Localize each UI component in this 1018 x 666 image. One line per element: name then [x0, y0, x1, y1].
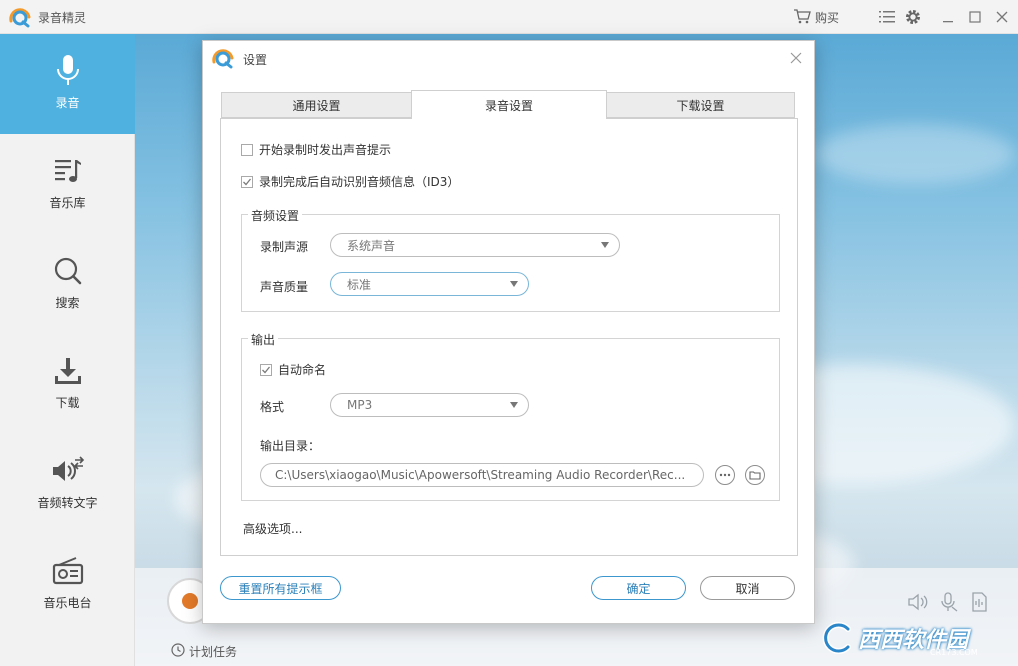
beep-on-start-label: 开始录制时发出声音提示 [259, 143, 392, 157]
source-label: 录制声源 [260, 240, 309, 254]
menu-icon[interactable] [878, 8, 896, 26]
sidebar-item-label: 音乐电台 [43, 596, 92, 610]
watermark-logo: 西西软件园 CR173.COM [820, 618, 1012, 658]
search-icon [51, 254, 85, 288]
auto-id3-option: 录制完成后自动识别音频信息（ID3） [241, 173, 459, 190]
sidebar-item-search[interactable]: 搜索 [0, 234, 135, 334]
advanced-options-link[interactable]: 高级选项... [243, 520, 302, 537]
auto-name-option: 自动命名 [260, 361, 326, 378]
speech-to-text-icon [51, 454, 85, 488]
quality-select[interactable]: 标准 [330, 272, 529, 296]
output-dir-label: 输出目录： [260, 439, 321, 453]
auto-id3-label: 录制完成后自动识别音频信息（ID3） [259, 175, 460, 189]
watermark-c-icon [822, 622, 851, 654]
open-folder-button[interactable] [745, 465, 765, 485]
beep-on-start-checkbox[interactable] [241, 143, 253, 156]
audio-settings-title: 音频设置 [248, 207, 303, 224]
app-title: 录音精灵 [38, 11, 87, 25]
sidebar-item-download[interactable]: 下载 [0, 334, 135, 434]
chevron-down-icon [510, 281, 518, 287]
chevron-down-icon [601, 242, 609, 248]
audio-settings-group: 音频设置 录制声源 系统声音 声音质量 标准 [241, 207, 780, 312]
format-select[interactable]: MP3 [330, 393, 529, 417]
source-value: 系统声音 [347, 238, 396, 253]
output-group: 输出 自动命名 格式 MP3 输出目录： C:\Users\xiaogao\Mu… [241, 331, 780, 501]
dialog-close-button[interactable] [787, 49, 805, 67]
volume-icon[interactable] [907, 591, 929, 613]
quality-label: 声音质量 [260, 280, 309, 294]
source-select[interactable]: 系统声音 [330, 233, 620, 257]
close-icon [790, 52, 802, 64]
sidebar-item-label: 音频转文字 [37, 496, 98, 510]
app-logo-icon [8, 6, 32, 28]
microphone-settings-icon[interactable] [938, 591, 960, 613]
sidebar-item-music-library[interactable]: 音乐库 [0, 134, 135, 234]
dialog-title: 设置 [243, 53, 268, 67]
close-icon[interactable] [993, 8, 1011, 26]
schedule-label: 计划任务 [189, 645, 238, 659]
sidebar-item-label: 录音 [55, 96, 80, 110]
tab-general[interactable]: 通用设置 [221, 92, 412, 118]
tab-download[interactable]: 下载设置 [606, 92, 795, 118]
schedule-task-button[interactable]: 计划任务 [171, 643, 237, 660]
buy-button[interactable]: 购买 [793, 7, 853, 27]
title-bar: 录音精灵 购买 [0, 0, 1018, 34]
output-title: 输出 [248, 331, 279, 348]
sidebar-item-label: 音乐库 [49, 196, 86, 210]
reset-prompts-button[interactable]: 重置所有提示框 [220, 576, 341, 600]
format-label: 格式 [260, 400, 285, 414]
chevron-down-icon [510, 402, 518, 408]
more-dots-icon [719, 473, 731, 477]
maximize-icon[interactable] [966, 8, 984, 26]
format-value: MP3 [347, 398, 373, 412]
folder-icon [749, 471, 761, 480]
music-list-icon [51, 154, 85, 188]
microphone-icon [51, 54, 85, 88]
dialog-logo-icon [211, 47, 235, 69]
ok-button[interactable]: 确定 [591, 576, 686, 600]
cancel-button[interactable]: 取消 [700, 576, 795, 600]
auto-name-checkbox[interactable] [260, 363, 272, 376]
browse-more-button[interactable] [715, 465, 735, 485]
minimize-icon[interactable] [939, 8, 957, 26]
settings-tabs: 通用设置 录音设置 下载设置 [221, 90, 797, 119]
auto-id3-checkbox[interactable] [241, 175, 253, 188]
checkmark-icon [262, 366, 271, 373]
recording-settings-panel: 开始录制时发出声音提示 录制完成后自动识别音频信息（ID3） 音频设置 录制声源… [220, 118, 798, 556]
sidebar-item-speech-to-text[interactable]: 音频转文字 [0, 434, 135, 534]
sidebar-item-radio[interactable]: 音乐电台 [0, 534, 135, 634]
audio-file-icon[interactable] [968, 591, 990, 613]
sidebar-item-label: 搜索 [55, 296, 80, 310]
output-dir-input[interactable]: C:\Users\xiaogao\Music\Apowersoft\Stream… [260, 463, 704, 487]
checkmark-icon [243, 178, 252, 185]
buy-label: 购买 [815, 10, 840, 25]
settings-dialog: 设置 通用设置 录音设置 下载设置 开始录制时发出声音提示 录制完成后自动识别音… [202, 40, 815, 624]
gear-icon[interactable] [904, 8, 922, 26]
quality-value: 标准 [347, 277, 372, 292]
cart-icon [793, 8, 811, 27]
sidebar: 录音 音乐库 搜索 下载 音频转文字 音乐电台 [0, 34, 135, 666]
record-dot-icon [182, 593, 198, 609]
tab-recording[interactable]: 录音设置 [411, 90, 607, 119]
auto-name-label: 自动命名 [278, 363, 327, 377]
download-icon [51, 354, 85, 388]
clock-icon [171, 643, 185, 660]
radio-icon [51, 554, 85, 588]
sidebar-item-label: 下载 [55, 396, 80, 410]
sidebar-item-record[interactable]: 录音 [0, 34, 135, 134]
beep-on-start-option: 开始录制时发出声音提示 [241, 141, 391, 158]
watermark-sub: CR173.COM [930, 648, 978, 657]
